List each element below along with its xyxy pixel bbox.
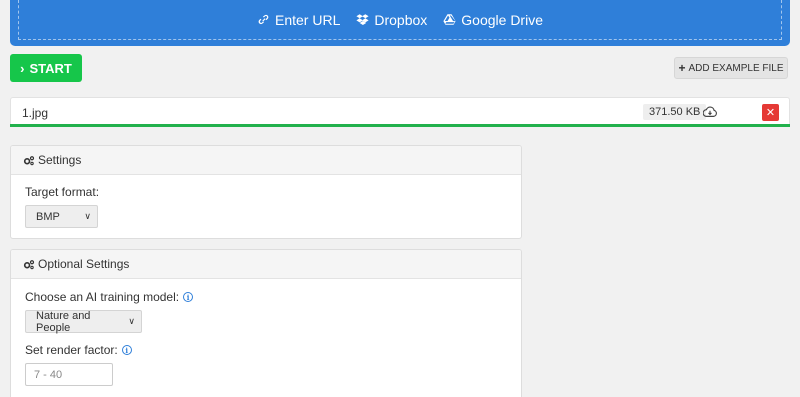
dropbox-label: Dropbox [374,11,428,28]
start-label: START [29,60,72,76]
target-format-select[interactable]: BMP ∨ [25,205,98,228]
upload-progress-bar [10,124,790,127]
target-format-value: BMP [36,210,60,223]
gears-icon [23,259,35,269]
info-icon[interactable]: i [183,292,194,302]
optional-settings-title: Optional Settings [38,257,130,271]
gears-icon [23,155,35,165]
google-drive-link[interactable]: Google Drive [443,12,543,28]
chevron-down-icon: ∨ [128,316,135,326]
google-drive-label: Google Drive [461,11,543,28]
file-item: 1.jpg 371.50 KB ✕ [10,97,790,127]
target-format-label: Target format: [25,185,507,199]
info-icon[interactable]: i [121,345,132,355]
file-size-badge: 371.50 KB [643,104,707,120]
dropbox-link[interactable]: Dropbox [356,12,427,28]
settings-body: Target format: BMP ∨ [11,175,521,238]
render-factor-placeholder: 7 - 40 [34,368,63,381]
chevron-down-icon: ∨ [84,211,91,221]
ai-model-value: Nature and People [36,309,91,334]
optional-settings-header: Optional Settings [11,250,521,279]
close-icon: ✕ [765,107,776,119]
remove-file-button[interactable]: ✕ [762,104,779,121]
optional-settings-body: Choose an AI training model: i Nature an… [11,279,521,396]
link-icon [258,14,269,25]
render-factor-label-text: Set render factor: [25,343,118,357]
chevron-right-icon: › [20,60,25,76]
add-example-file-button[interactable]: + ADD EXAMPLE FILE [674,57,788,79]
settings-title: Settings [38,153,82,167]
add-example-label: ADD EXAMPLE FILE [688,62,784,74]
enter-url-label: Enter URL [275,11,341,28]
ai-model-select[interactable]: Nature and People ∨ [25,309,142,334]
ai-model-label-text: Choose an AI training model: [25,290,180,304]
optional-settings-panel: Optional Settings Choose an AI training … [10,249,522,397]
dropbox-icon [356,14,369,26]
ai-model-label: Choose an AI training model: i [25,290,507,304]
render-factor-label: Set render factor: i [25,343,507,357]
target-format-label-text: Target format: [25,185,100,199]
file-name: 1.jpg [22,106,49,120]
settings-header: Settings [11,146,521,175]
render-factor-input[interactable]: 7 - 40 [25,363,113,386]
google-drive-icon [443,14,456,25]
plus-icon: + [678,61,686,75]
upload-source-bar: Enter URL Dropbox Google Drive [10,0,790,46]
start-button[interactable]: › START [10,54,82,82]
enter-url-link[interactable]: Enter URL [257,12,340,28]
settings-panel: Settings Target format: BMP ∨ [10,145,522,239]
cloud-download-icon[interactable] [703,105,717,119]
upload-dropzone[interactable]: Enter URL Dropbox Google Drive [18,0,782,40]
